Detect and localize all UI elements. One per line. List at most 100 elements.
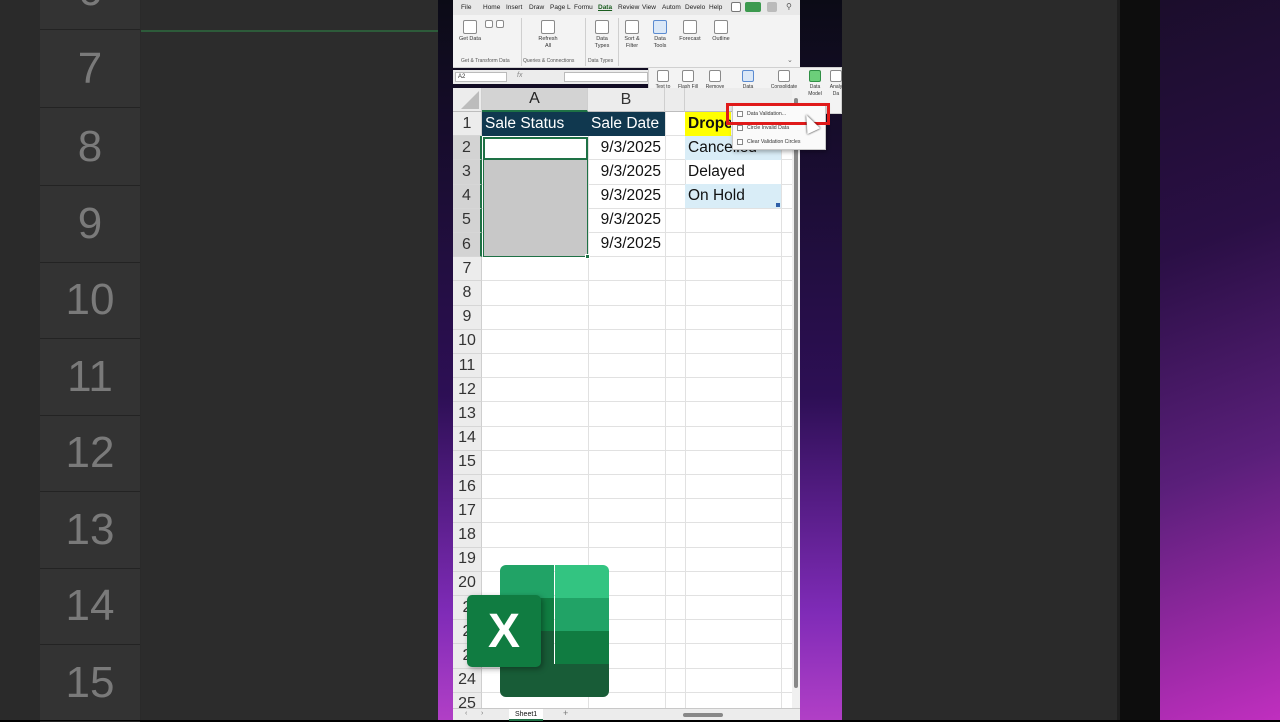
- row-header[interactable]: 3: [453, 160, 482, 185]
- horizontal-scroll-thumb[interactable]: [683, 713, 723, 717]
- tab-insert[interactable]: Insert: [506, 4, 522, 11]
- row-header[interactable]: 11: [453, 354, 482, 379]
- row-header[interactable]: 10: [453, 329, 482, 354]
- date-cell[interactable]: 9/3/2025: [588, 232, 665, 256]
- date-cell[interactable]: 9/3/2025: [588, 184, 665, 208]
- data-model-icon: [809, 70, 821, 82]
- vertical-scrollbar[interactable]: [792, 88, 800, 708]
- dropdown-value-cell[interactable]: Delayed: [685, 160, 781, 184]
- row-header[interactable]: 4: [453, 184, 482, 209]
- tab-prev-icon[interactable]: ‹: [465, 710, 467, 717]
- tab-help[interactable]: Help: [709, 4, 722, 11]
- background-row-number: 12: [40, 415, 140, 492]
- gridline-horizontal: [482, 546, 794, 548]
- share-icon[interactable]: [745, 2, 761, 12]
- row-header[interactable]: 1: [453, 112, 482, 137]
- row-header[interactable]: 6: [453, 233, 482, 258]
- gridline-horizontal: [482, 401, 794, 403]
- gridline-vertical: [781, 112, 782, 708]
- row-header[interactable]: 18: [453, 523, 482, 548]
- gridline-horizontal: [482, 353, 794, 354]
- globe-icon: [496, 20, 504, 28]
- background-right: [842, 0, 1280, 720]
- data-tools-label: Data Tools: [653, 36, 667, 49]
- menu-item-circle-invalid[interactable]: Circle Invalid Data: [737, 125, 789, 131]
- tab-next-icon[interactable]: ›: [481, 710, 483, 717]
- get-data-button[interactable]: Get Data: [459, 20, 481, 43]
- sort-filter-button[interactable]: Sort & Filter: [620, 20, 644, 49]
- data-types-button[interactable]: Data Types: [590, 20, 614, 49]
- active-cell[interactable]: [483, 137, 588, 160]
- tab-view[interactable]: View: [642, 4, 656, 11]
- gridline-horizontal: [482, 425, 794, 427]
- sheet-tab-sheet1[interactable]: Sheet1: [509, 709, 544, 721]
- group-label: Data Types: [588, 58, 614, 64]
- tab-page-layout[interactable]: Page L: [550, 4, 571, 11]
- vertical-scroll-thumb[interactable]: [794, 98, 798, 688]
- analysis-icon: [830, 70, 842, 82]
- record-icon[interactable]: [767, 2, 777, 12]
- group-separator: [618, 18, 619, 66]
- row-header[interactable]: 5: [453, 208, 482, 233]
- data-tools-button[interactable]: Data Tools: [648, 20, 672, 49]
- cell-a1[interactable]: Sale Status: [482, 112, 588, 136]
- row-header[interactable]: 15: [453, 450, 482, 475]
- column-header-c[interactable]: [665, 88, 685, 112]
- tab-automate[interactable]: Autom: [662, 4, 681, 11]
- table-resize-handle[interactable]: [776, 203, 780, 207]
- pin-icon[interactable]: ⚲: [786, 2, 792, 11]
- fx-icon[interactable]: fx: [517, 72, 522, 79]
- gridline-horizontal: [482, 474, 794, 475]
- row-header[interactable]: 14: [453, 426, 482, 451]
- collapse-ribbon-icon[interactable]: ⌄: [787, 56, 793, 64]
- column-header-a[interactable]: A: [482, 88, 588, 112]
- dropdown-value-cell[interactable]: On Hold: [685, 184, 781, 208]
- forecast-button[interactable]: Forecast: [678, 20, 702, 43]
- column-header-b[interactable]: B: [588, 88, 665, 112]
- date-cell[interactable]: 9/3/2025: [588, 208, 665, 232]
- tab-home[interactable]: Home: [483, 4, 500, 11]
- cell-b1[interactable]: Sale Date: [588, 112, 665, 136]
- data-validation-icon: [742, 70, 754, 82]
- cell-d1[interactable]: Drope: [685, 112, 731, 136]
- select-all-button[interactable]: [453, 88, 482, 112]
- tab-formulas[interactable]: Formu: [574, 4, 593, 11]
- tab-developer[interactable]: Develo: [685, 4, 705, 11]
- tab-file[interactable]: File: [461, 4, 471, 11]
- row-header[interactable]: 8: [453, 281, 482, 306]
- refresh-icon: [541, 20, 555, 34]
- group-label: Get & Transform Data: [461, 58, 510, 64]
- row-header[interactable]: 2: [453, 136, 482, 161]
- from-web-button[interactable]: [495, 20, 505, 30]
- excel-x-icon: X: [467, 595, 541, 667]
- background-row-number: 8: [40, 109, 140, 186]
- row-header[interactable]: 9: [453, 305, 482, 330]
- file-icon: [485, 20, 493, 28]
- date-cell[interactable]: 9/3/2025: [588, 136, 665, 160]
- formula-input[interactable]: [564, 72, 648, 82]
- row-header[interactable]: 13: [453, 402, 482, 427]
- from-text-button[interactable]: [484, 20, 494, 30]
- row-header[interactable]: 16: [453, 475, 482, 500]
- tab-data[interactable]: Data: [598, 4, 612, 11]
- background-row-number: 9: [40, 186, 140, 263]
- row-header[interactable]: 12: [453, 378, 482, 403]
- name-box[interactable]: A2: [455, 72, 507, 82]
- date-cell[interactable]: 9/3/2025: [588, 160, 665, 184]
- add-sheet-button[interactable]: +: [563, 708, 568, 718]
- analysis-button[interactable]: Analy Da: [829, 70, 843, 97]
- gridline-horizontal: [482, 328, 794, 330]
- outline-button[interactable]: Outline: [709, 20, 733, 43]
- row-header[interactable]: 17: [453, 499, 482, 524]
- tab-draw[interactable]: Draw: [529, 4, 544, 11]
- tab-review[interactable]: Review: [618, 4, 639, 11]
- gridline-vertical: [665, 112, 666, 708]
- data-model-button[interactable]: Data Model: [803, 70, 827, 97]
- comments-icon[interactable]: [731, 2, 741, 12]
- ribbon-tab-bar: File Home Insert Draw Page L Formu Data …: [453, 0, 800, 15]
- background-row-number: 10: [40, 262, 140, 339]
- menu-item-clear-circles[interactable]: Clear Validation Circles: [737, 139, 801, 145]
- refresh-all-button[interactable]: Refresh All: [535, 20, 561, 49]
- background-row-number: 15: [40, 645, 140, 722]
- row-header[interactable]: 7: [453, 257, 482, 282]
